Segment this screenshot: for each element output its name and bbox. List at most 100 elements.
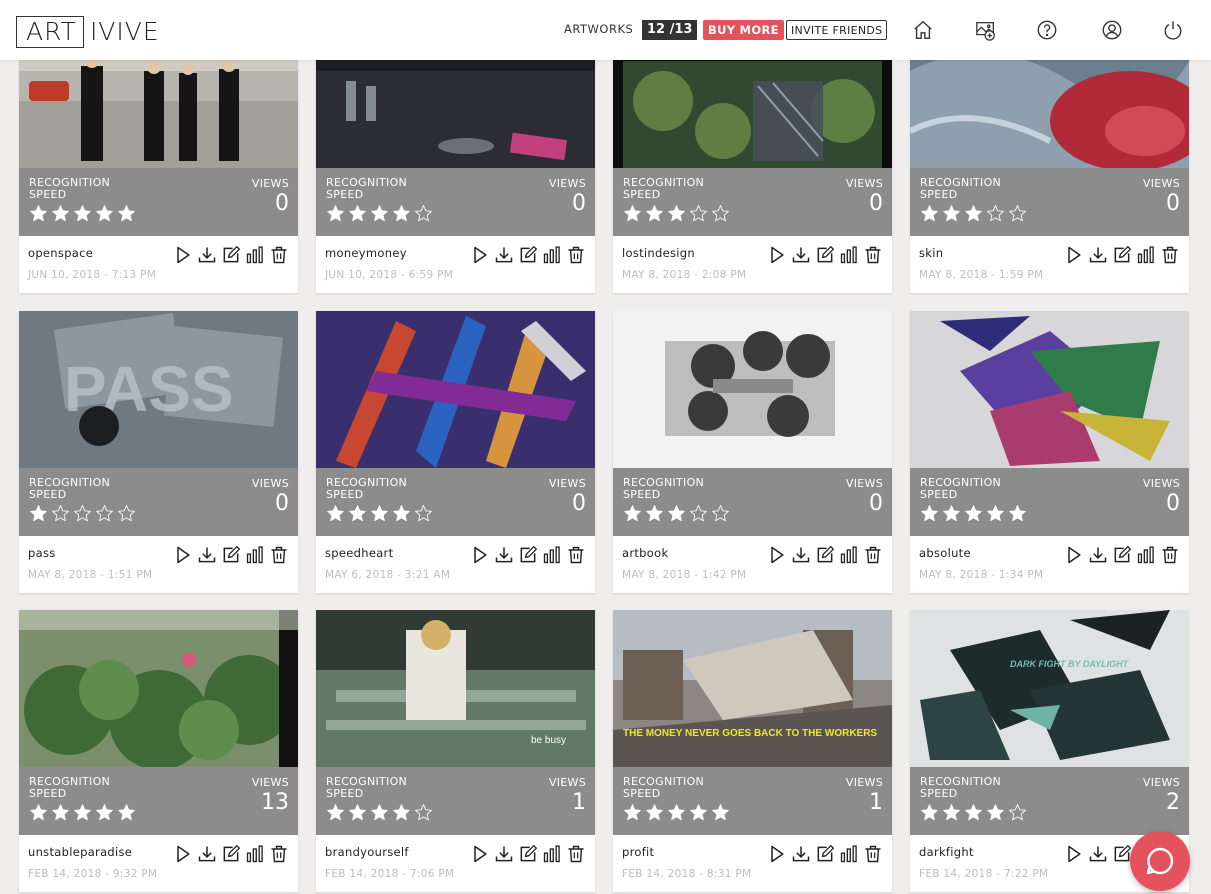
play-icon[interactable] [767, 545, 787, 565]
edit-icon[interactable] [221, 245, 241, 265]
chat-button[interactable] [1130, 831, 1190, 891]
artwork-card[interactable]: RECOGNITION SPEED VIEWS 0 lostindesign M… [613, 60, 892, 293]
star-empty-icon [987, 205, 1004, 222]
delete-icon[interactable] [1160, 245, 1180, 265]
play-icon[interactable] [470, 245, 490, 265]
artwork-thumbnail[interactable] [910, 60, 1189, 168]
stats-icon[interactable] [542, 844, 562, 864]
download-icon[interactable] [494, 245, 514, 265]
power-icon[interactable] [1162, 19, 1184, 41]
artwork-card[interactable]: RECOGNITION SPEED VIEWS 13 unstableparad… [19, 610, 298, 892]
artwork-card[interactable]: RECOGNITION SPEED VIEWS 0 openspace JUN … [19, 60, 298, 293]
delete-icon[interactable] [269, 545, 289, 565]
stats-icon[interactable] [839, 245, 859, 265]
edit-icon[interactable] [1112, 844, 1132, 864]
play-icon[interactable] [173, 545, 193, 565]
play-icon[interactable] [470, 844, 490, 864]
artwork-thumbnail[interactable] [19, 610, 298, 767]
home-icon[interactable] [912, 19, 934, 41]
download-icon[interactable] [791, 545, 811, 565]
artwork-card[interactable]: RECOGNITION SPEED VIEWS 0 speedheart MAY… [316, 311, 595, 593]
play-icon[interactable] [173, 245, 193, 265]
download-icon[interactable] [1088, 545, 1108, 565]
artwork-thumbnail[interactable] [910, 311, 1189, 468]
artworks-count-badge: 12 /13 [642, 20, 698, 40]
add-artwork-icon[interactable] [975, 19, 997, 41]
stats-icon[interactable] [245, 844, 265, 864]
edit-icon[interactable] [815, 245, 835, 265]
views-count: 0 [275, 191, 289, 216]
edit-icon[interactable] [518, 844, 538, 864]
edit-icon[interactable] [815, 844, 835, 864]
artwork-thumbnail[interactable]: be busy [316, 610, 595, 767]
download-icon[interactable] [197, 844, 217, 864]
edit-icon[interactable] [1112, 545, 1132, 565]
artwork-stats-panel: RECOGNITION SPEED VIEWS 0 [910, 468, 1189, 536]
artwork-actions [470, 245, 586, 265]
play-icon[interactable] [767, 245, 787, 265]
stats-icon[interactable] [542, 245, 562, 265]
stats-icon[interactable] [245, 245, 265, 265]
edit-icon[interactable] [518, 545, 538, 565]
artwork-thumbnail[interactable]: PASS [19, 311, 298, 468]
delete-icon[interactable] [566, 545, 586, 565]
download-icon[interactable] [791, 844, 811, 864]
artwork-thumbnail[interactable] [316, 311, 595, 468]
stats-icon[interactable] [1136, 245, 1156, 265]
artwork-card[interactable]: RECOGNITION SPEED VIEWS 0 moneymoney JUN… [316, 60, 595, 293]
edit-icon[interactable] [518, 245, 538, 265]
stats-icon[interactable] [542, 545, 562, 565]
stats-icon[interactable] [245, 545, 265, 565]
download-icon[interactable] [494, 844, 514, 864]
artwork-card[interactable]: RECOGNITION SPEED VIEWS 0 absolute MAY 8… [910, 311, 1189, 593]
play-icon[interactable] [1064, 545, 1084, 565]
chat-icon [1146, 847, 1174, 875]
account-icon[interactable] [1101, 19, 1123, 41]
recognition-rating [623, 504, 730, 523]
play-icon[interactable] [173, 844, 193, 864]
delete-icon[interactable] [863, 245, 883, 265]
artwork-thumbnail[interactable]: DARK FIGHT BY DAYLIGHT [910, 610, 1189, 767]
download-icon[interactable] [791, 245, 811, 265]
delete-icon[interactable] [863, 545, 883, 565]
artwork-thumbnail[interactable]: THE MONEY NEVER GOES BACK TO THE WORKERS [613, 610, 892, 767]
edit-icon[interactable] [221, 844, 241, 864]
download-icon[interactable] [197, 245, 217, 265]
delete-icon[interactable] [269, 844, 289, 864]
stats-icon[interactable] [839, 545, 859, 565]
help-icon[interactable] [1036, 19, 1058, 41]
artwork-thumbnail[interactable] [613, 311, 892, 468]
edit-icon[interactable] [1112, 245, 1132, 265]
star-empty-icon [96, 505, 113, 522]
download-icon[interactable] [1088, 245, 1108, 265]
stats-icon[interactable] [839, 844, 859, 864]
delete-icon[interactable] [566, 245, 586, 265]
invite-friends-button[interactable]: INVITE FRIENDS [786, 20, 888, 40]
play-icon[interactable] [470, 545, 490, 565]
buy-more-button[interactable]: BUY MORE [703, 20, 784, 40]
artwork-thumbnail[interactable] [19, 60, 298, 168]
edit-icon[interactable] [221, 545, 241, 565]
artwork-thumbnail[interactable] [316, 60, 595, 168]
artivive-logo[interactable]: ART IVIVE [16, 16, 160, 48]
artwork-card[interactable]: PASS RECOGNITION SPEED VIEWS 0 pass MAY … [19, 311, 298, 593]
artwork-card[interactable]: RECOGNITION SPEED VIEWS 0 artbook MAY 8,… [613, 311, 892, 593]
play-icon[interactable] [767, 844, 787, 864]
edit-icon[interactable] [815, 545, 835, 565]
download-icon[interactable] [1088, 844, 1108, 864]
delete-icon[interactable] [269, 245, 289, 265]
artwork-meta: brandyourself FEB 14, 2018 - 7:06 PM [316, 835, 595, 892]
play-icon[interactable] [1064, 844, 1084, 864]
artwork-card[interactable]: THE MONEY NEVER GOES BACK TO THE WORKERS… [613, 610, 892, 892]
artwork-thumbnail[interactable] [613, 60, 892, 168]
artwork-card[interactable]: be busy RECOGNITION SPEED VIEWS 1 brandy… [316, 610, 595, 892]
download-icon[interactable] [197, 545, 217, 565]
play-icon[interactable] [1064, 245, 1084, 265]
delete-icon[interactable] [566, 844, 586, 864]
delete-icon[interactable] [863, 844, 883, 864]
download-icon[interactable] [494, 545, 514, 565]
star-filled-icon [646, 804, 663, 821]
artwork-card[interactable]: RECOGNITION SPEED VIEWS 0 skin MAY 8, 20… [910, 60, 1189, 293]
stats-icon[interactable] [1136, 545, 1156, 565]
delete-icon[interactable] [1160, 545, 1180, 565]
